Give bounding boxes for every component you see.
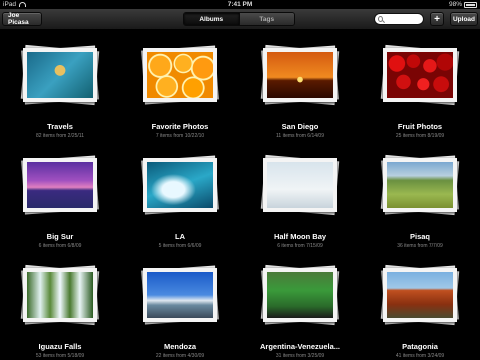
album-title: Argentina-Venezuela... bbox=[259, 342, 341, 351]
albums-tags-segmented-control: Albums Tags bbox=[183, 12, 295, 26]
tab-albums[interactable]: Albums bbox=[184, 13, 239, 25]
album-cover bbox=[23, 48, 97, 102]
album-subtitle: 11 items from 6/14/09 bbox=[276, 133, 324, 139]
album-cover bbox=[143, 48, 217, 102]
photo-stack bbox=[141, 155, 219, 215]
photo-stack bbox=[20, 264, 100, 326]
cover-photo bbox=[27, 272, 93, 318]
album-grid: Travels 82 items from 2/25/11 Favorite P… bbox=[0, 30, 480, 360]
album-subtitle: 25 items from 8/19/09 bbox=[395, 133, 445, 139]
add-button[interactable]: + bbox=[430, 12, 444, 26]
upload-button[interactable]: Upload bbox=[450, 12, 478, 26]
cover-photo bbox=[147, 162, 213, 208]
album-cover bbox=[23, 158, 97, 212]
cover-photo bbox=[267, 52, 333, 98]
album-subtitle: 31 items from 3/25/09 bbox=[275, 353, 325, 359]
album-title: Patagonia bbox=[402, 342, 438, 351]
album-travels[interactable]: Travels 82 items from 2/25/11 bbox=[0, 30, 120, 140]
cover-photo bbox=[27, 52, 93, 98]
search-icon bbox=[378, 16, 383, 22]
album-mendoza[interactable]: Mendoza 22 items from 4/30/09 bbox=[120, 250, 240, 360]
photo-stack bbox=[260, 264, 340, 326]
album-cover bbox=[383, 158, 457, 212]
cover-photo bbox=[267, 272, 333, 318]
search-field[interactable] bbox=[374, 13, 424, 25]
search-input[interactable] bbox=[385, 16, 423, 22]
album-title: Fruit Photos bbox=[397, 122, 443, 131]
photo-stack bbox=[20, 44, 100, 106]
cover-photo bbox=[387, 162, 453, 208]
album-title: Half Moon Bay bbox=[273, 232, 327, 241]
cover-photo bbox=[387, 52, 453, 98]
status-time: 7:41 PM bbox=[227, 1, 253, 8]
album-iguazu-falls[interactable]: Iguazu Falls 53 items from 5/18/09 bbox=[0, 250, 120, 360]
album-cover bbox=[143, 268, 217, 322]
battery-percent: 98% bbox=[448, 1, 462, 8]
toolbar: Joe Picasa Albums Tags + Upload bbox=[0, 9, 480, 30]
album-cover bbox=[143, 158, 217, 212]
album-patagonia[interactable]: Patagonia 41 items from 3/24/09 bbox=[360, 250, 480, 360]
album-title: Mendoza bbox=[163, 342, 197, 351]
album-cover bbox=[383, 48, 457, 102]
cover-photo bbox=[267, 162, 333, 208]
cover-photo bbox=[147, 272, 213, 318]
photo-stack bbox=[21, 155, 99, 215]
album-fruit-photos[interactable]: Fruit Photos 25 items from 8/19/09 bbox=[360, 30, 480, 140]
album-cover bbox=[263, 268, 337, 322]
album-title: LA bbox=[175, 232, 185, 241]
album-subtitle: 22 items from 4/30/09 bbox=[155, 353, 205, 359]
album-subtitle: 53 items from 5/18/09 bbox=[35, 353, 85, 359]
status-right: 98% bbox=[449, 0, 477, 9]
album-subtitle: 6 items from 7/15/09 bbox=[277, 243, 323, 249]
photo-stack bbox=[141, 265, 219, 325]
album-subtitle: 5 items from 6/6/09 bbox=[158, 243, 202, 249]
cover-photo bbox=[387, 272, 453, 318]
tab-tags[interactable]: Tags bbox=[238, 13, 294, 25]
album-pisaq[interactable]: Pisaq 36 items from 7/7/09 bbox=[360, 140, 480, 250]
album-title: Iguazu Falls bbox=[38, 342, 82, 351]
album-favorite-photos[interactable]: Favorite Photos 7 items from 10/22/10 bbox=[120, 30, 240, 140]
battery-icon bbox=[464, 1, 477, 8]
album-la[interactable]: LA 5 items from 6/6/09 bbox=[120, 140, 240, 250]
album-san-diego[interactable]: San Diego 11 items from 6/14/09 bbox=[240, 30, 360, 140]
account-button[interactable]: Joe Picasa bbox=[2, 12, 42, 26]
album-argentina-venezuela[interactable]: Argentina-Venezuela... 31 items from 3/2… bbox=[240, 250, 360, 360]
album-cover bbox=[263, 158, 337, 212]
album-title: Pisaq bbox=[409, 232, 430, 241]
photo-stack bbox=[141, 45, 219, 105]
album-subtitle: 82 items from 2/25/11 bbox=[36, 133, 84, 139]
album-title: San Diego bbox=[281, 122, 319, 131]
album-subtitle: 41 items from 3/24/09 bbox=[395, 353, 445, 359]
photo-stack bbox=[260, 44, 340, 106]
album-title: Favorite Photos bbox=[151, 122, 209, 131]
status-bar: iPad 7:41 PM 98% bbox=[0, 0, 480, 9]
cover-photo bbox=[147, 52, 213, 98]
photo-stack bbox=[380, 44, 460, 106]
photo-stack bbox=[380, 264, 460, 326]
album-subtitle: 36 items from 7/7/09 bbox=[397, 243, 443, 249]
album-big-sur[interactable]: Big Sur 6 items from 6/8/09 bbox=[0, 140, 120, 250]
album-cover bbox=[383, 268, 457, 322]
album-title: Travels bbox=[47, 122, 73, 131]
album-cover bbox=[23, 268, 97, 322]
album-subtitle: 7 items from 10/22/10 bbox=[155, 133, 205, 139]
album-cover bbox=[263, 48, 337, 102]
photo-stack bbox=[380, 154, 460, 216]
album-half-moon-bay[interactable]: Half Moon Bay 6 items from 7/15/09 bbox=[240, 140, 360, 250]
photo-stack bbox=[260, 154, 340, 216]
cover-photo bbox=[27, 162, 93, 208]
album-subtitle: 6 items from 6/8/09 bbox=[38, 243, 82, 249]
album-title: Big Sur bbox=[46, 232, 74, 241]
